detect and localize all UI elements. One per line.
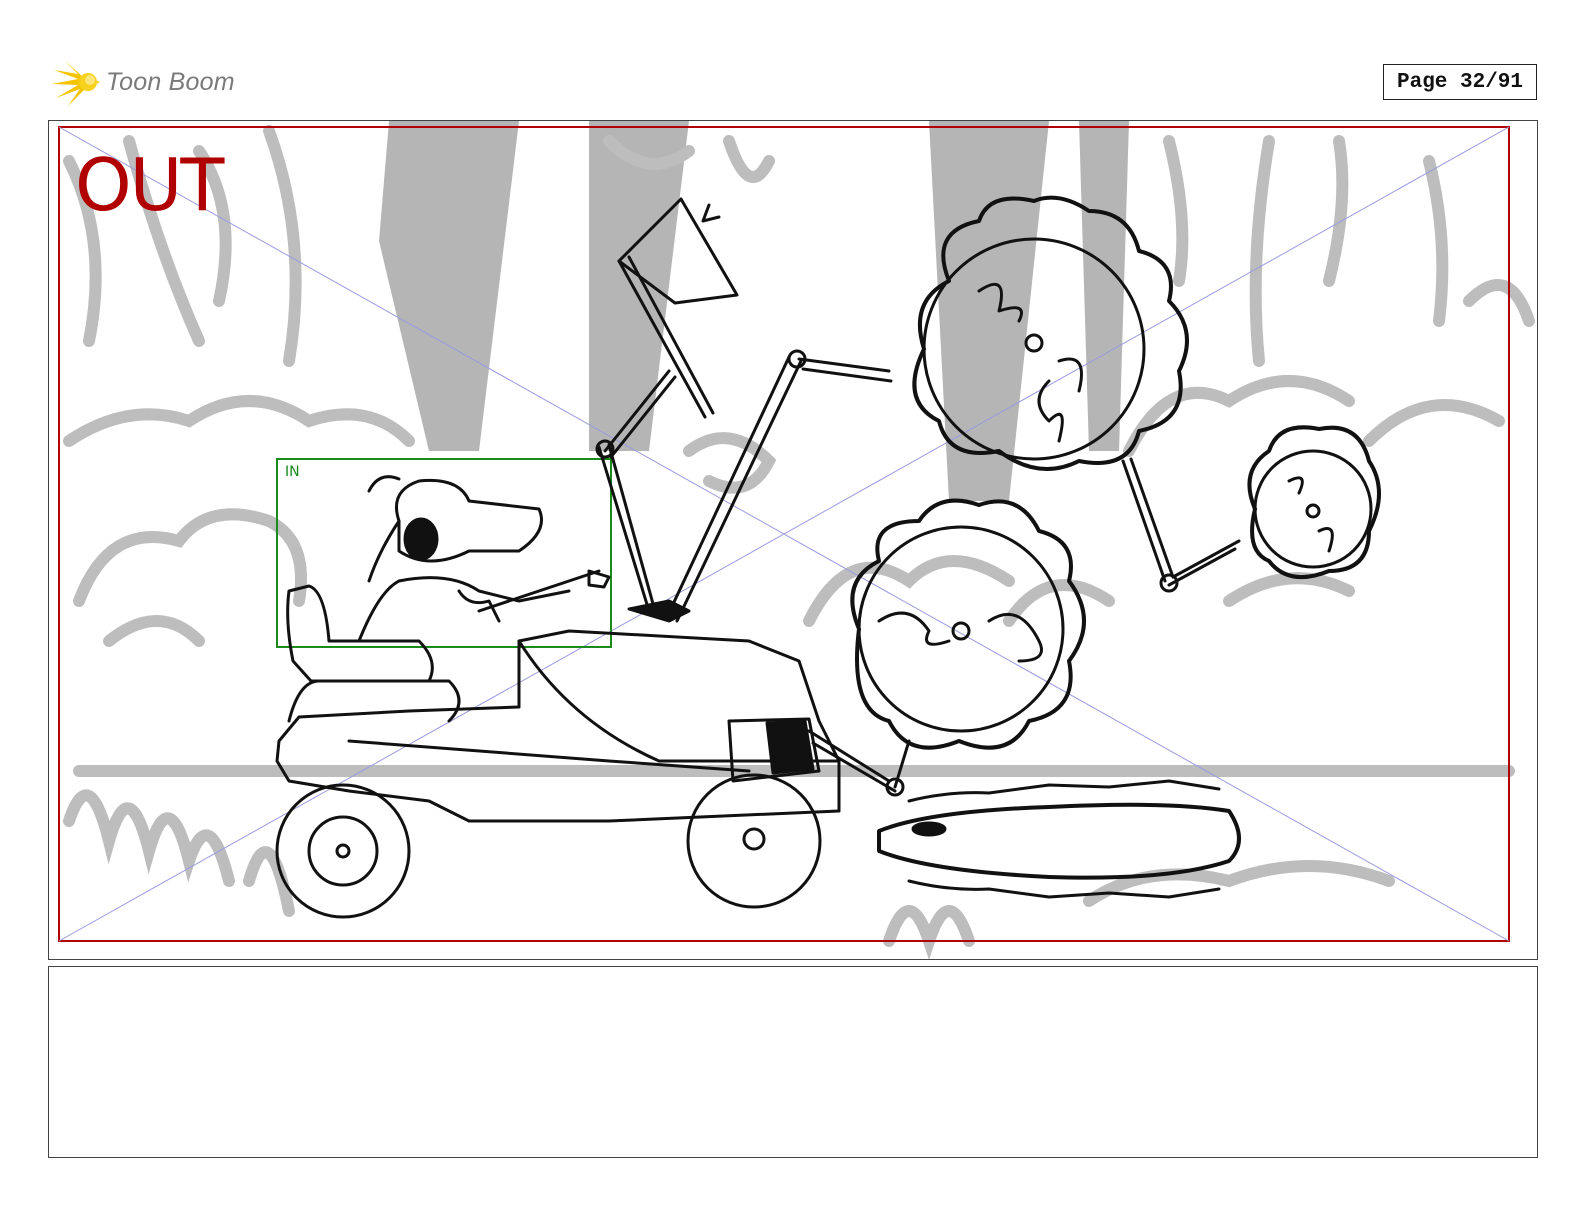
logo-text: Toon Boom [106, 67, 235, 96]
notes-box [48, 966, 1538, 1158]
storyboard-panel: OUT IN [48, 120, 1538, 960]
panel-drawing [58, 121, 1535, 959]
in-label: IN [285, 464, 300, 480]
toon-boom-logo: Toon Boom [52, 56, 235, 108]
page-number: Page 32/91 [1383, 64, 1537, 100]
background-sketch [63, 125, 1535, 959]
starburst-icon [52, 60, 100, 106]
out-label: OUT [75, 143, 224, 227]
